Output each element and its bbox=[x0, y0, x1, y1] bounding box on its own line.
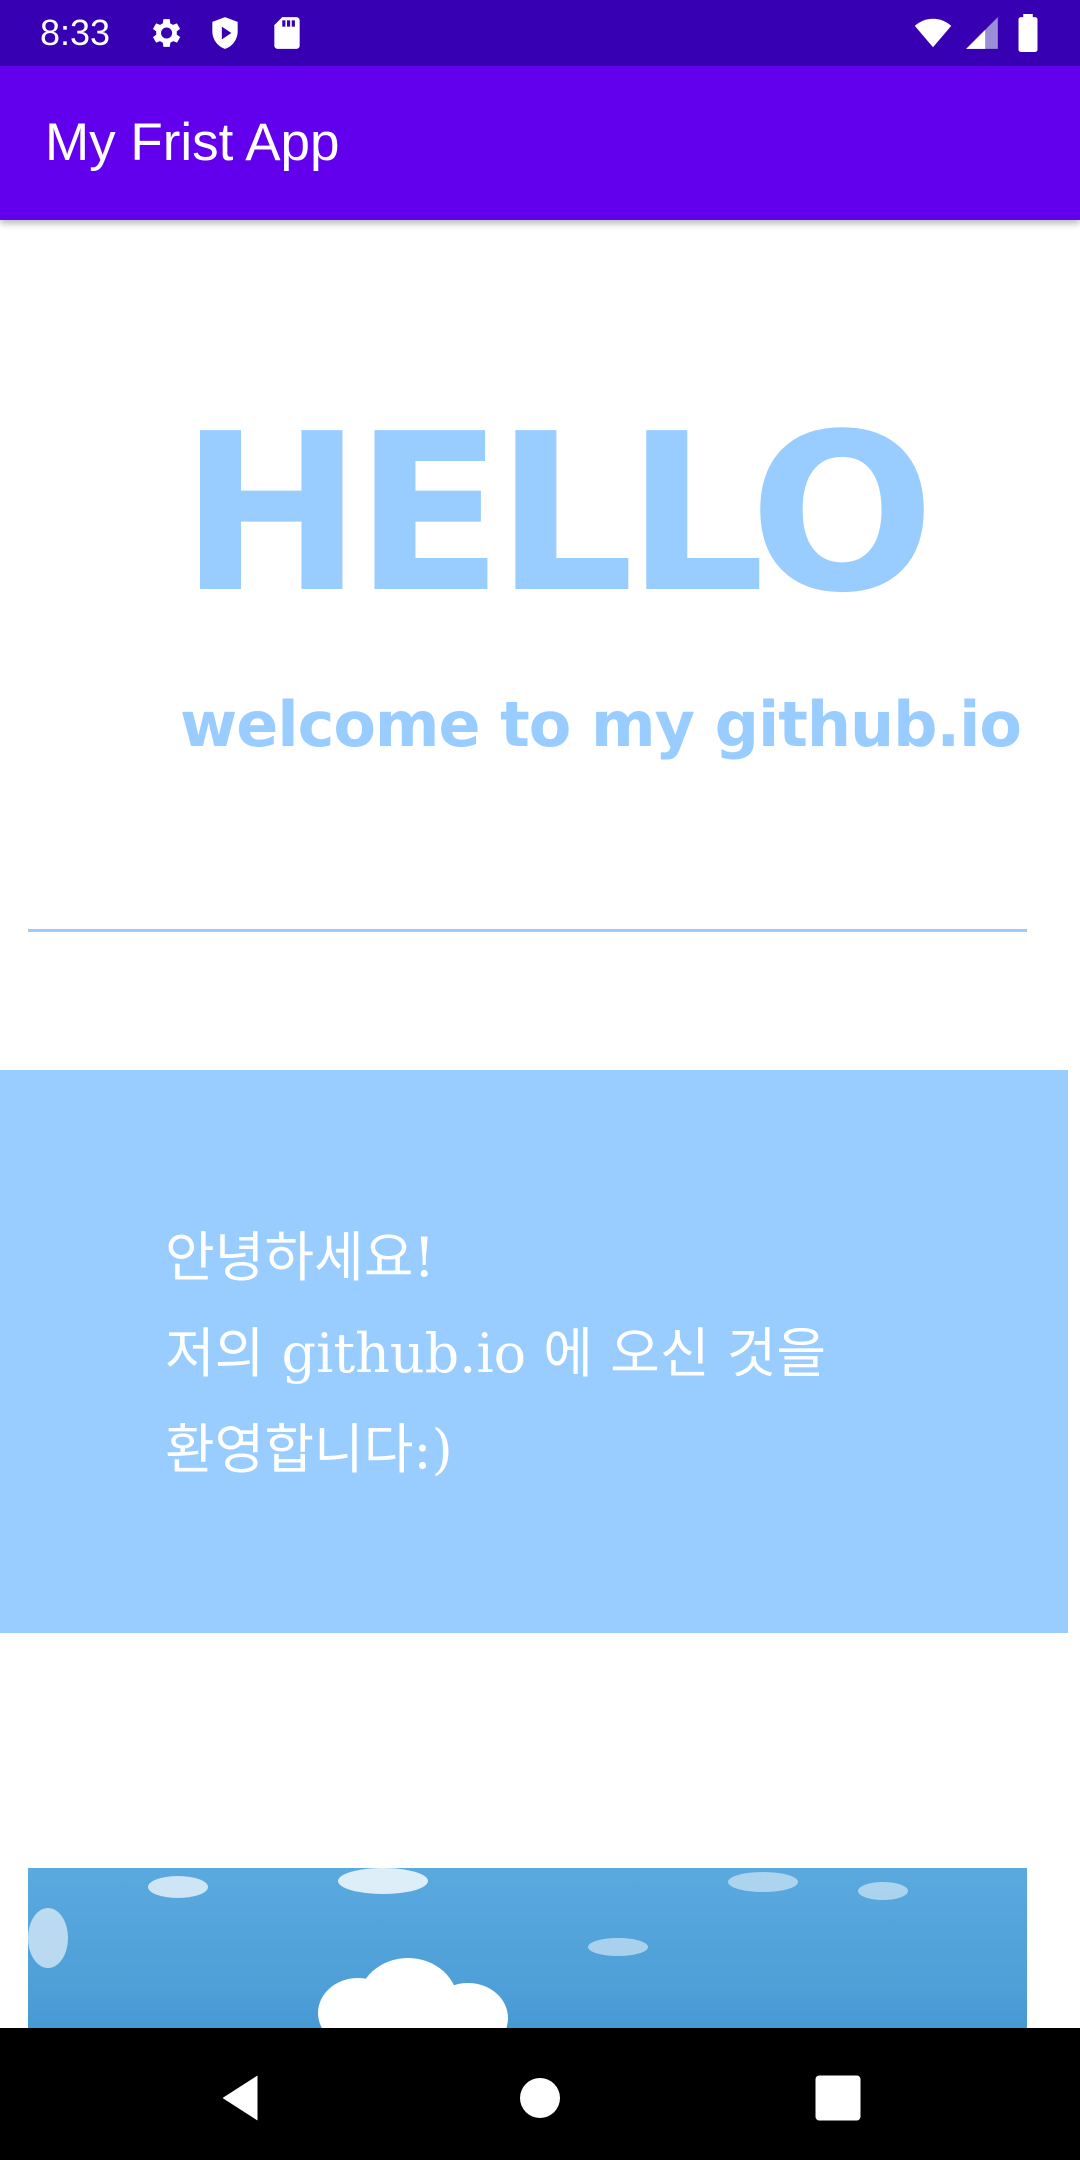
status-time: 8:33 bbox=[40, 12, 111, 53]
recents-icon[interactable] bbox=[808, 2068, 868, 2128]
home-icon[interactable] bbox=[510, 2068, 570, 2128]
divider bbox=[28, 929, 1027, 932]
greeting-line-3: 환영합니다:) bbox=[165, 1418, 453, 1481]
back-icon[interactable] bbox=[210, 2068, 270, 2128]
greeting-line-2: 저의 github.io 에 오신 것을 bbox=[165, 1322, 827, 1385]
app-title: My Frist App bbox=[45, 113, 340, 172]
status-bar: 8:33 bbox=[0, 0, 1080, 66]
navigation-bar bbox=[0, 2028, 1080, 2160]
webview-content[interactable]: HELLO welcome to my github.io 안녕하세요! 저의 … bbox=[0, 220, 1080, 2028]
settings-icon bbox=[152, 19, 181, 47]
shield-icon bbox=[212, 17, 238, 49]
greeting-box: 안녕하세요! 저의 github.io 에 오신 것을 환영합니다:) bbox=[0, 1070, 1068, 1633]
hello-heading: HELLO bbox=[180, 388, 935, 641]
wifi-icon bbox=[914, 18, 952, 48]
battery-icon bbox=[1018, 14, 1038, 52]
greeting-text: 안녕하세요! 저의 github.io 에 오신 것을 환영합니다:) bbox=[165, 1210, 826, 1498]
signal-icon bbox=[966, 17, 998, 49]
sd-card-icon bbox=[274, 17, 300, 49]
app-bar: My Frist App bbox=[0, 66, 1080, 220]
welcome-subheading: welcome to my github.io bbox=[180, 688, 1022, 761]
greeting-line-1: 안녕하세요! bbox=[165, 1226, 436, 1289]
sky-image bbox=[28, 1868, 1027, 2028]
